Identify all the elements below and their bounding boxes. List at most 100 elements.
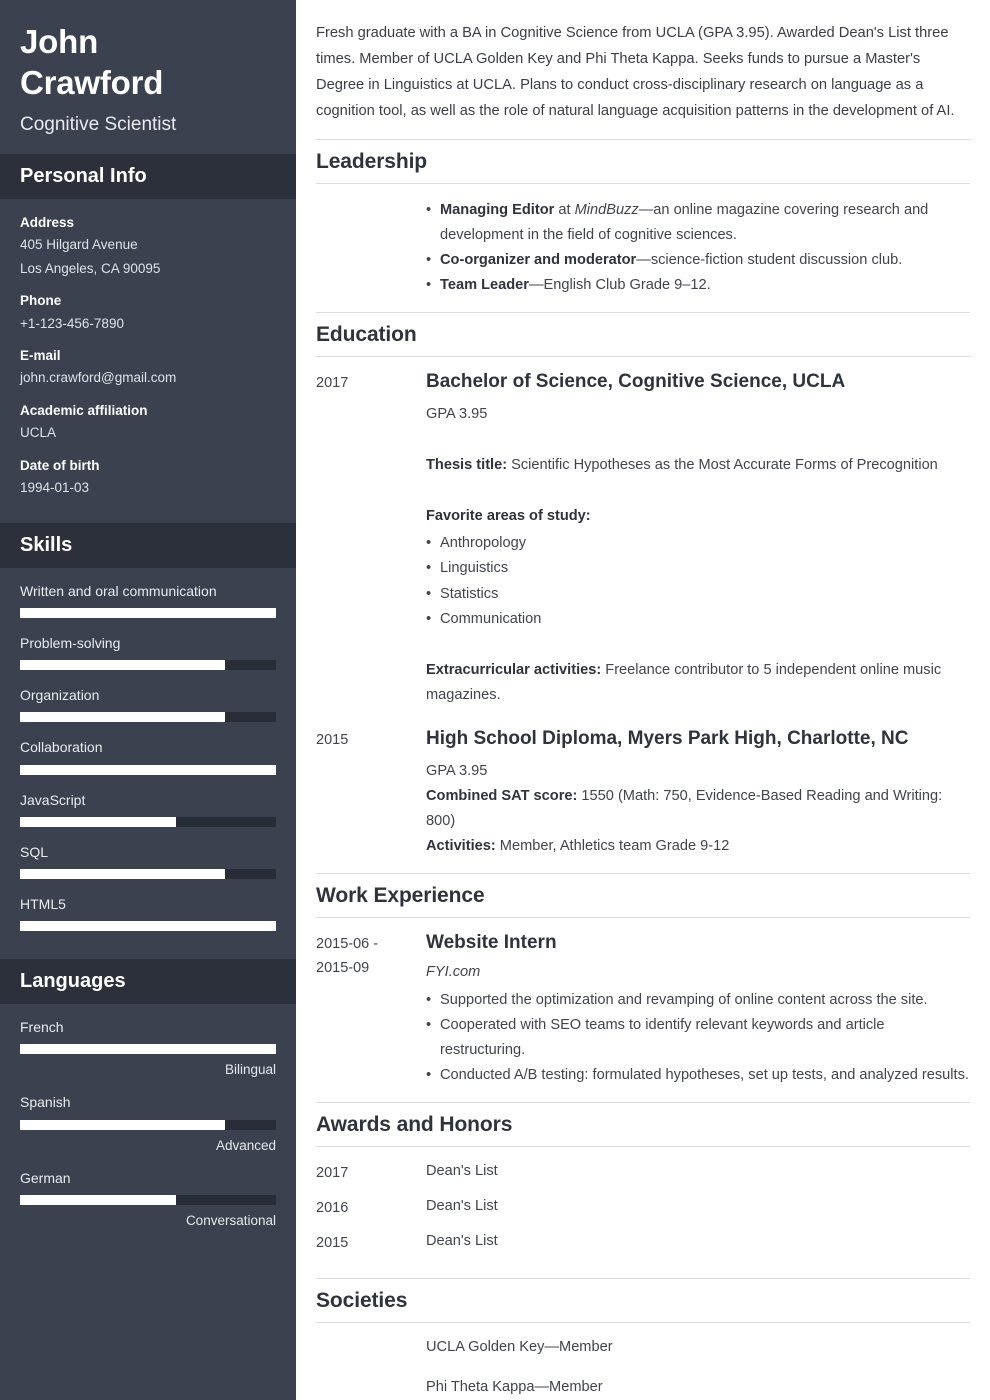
work-date-start: 2015-06 - — [316, 936, 379, 953]
resume-page: John Crawford Cognitive Scientist Person… — [0, 0, 990, 1400]
main-content: Fresh graduate with a BA in Cognitive Sc… — [296, 0, 990, 1400]
skill-bar-track — [20, 921, 276, 932]
education-year: 2015 — [316, 731, 349, 748]
education-entry: 2015 High School Diploma, Myers Park Hig… — [316, 726, 970, 859]
award-row: 2017 Dean's List — [316, 1159, 970, 1185]
leadership-role: Managing Editor — [440, 201, 555, 218]
leadership-desc: —science-fiction student discussion club… — [636, 251, 903, 268]
section-education: Education 2017 Bachelor of Science, Cogn… — [316, 312, 970, 873]
work-experience-heading: Work Experience — [316, 873, 970, 919]
skill-bar-fill — [20, 868, 225, 879]
education-areas-list: Anthropology Linguistics Statistics Comm… — [426, 531, 970, 631]
education-gpa: GPA 3.95 — [426, 762, 488, 779]
skill-bar-track — [20, 712, 276, 723]
candidate-job-title: Cognitive Scientist — [20, 113, 177, 135]
work-company: FYI.com — [426, 964, 481, 981]
work-duties-list: Supported the optimization and revamping… — [426, 988, 970, 1088]
award-name: Dean's List — [426, 1162, 498, 1179]
skill-bar-fill — [20, 712, 225, 723]
skill-label: Problem-solving — [20, 635, 121, 651]
list-item: Co-organizer and moderator—science-ficti… — [426, 248, 970, 273]
personal-info-label: Address — [20, 214, 75, 230]
societies-heading: Societies — [316, 1278, 970, 1324]
areas-label: Favorite areas of study: — [426, 508, 591, 525]
skills-body: Written and oral communication Problem-s… — [0, 568, 296, 959]
award-row: 2016 Dean's List — [316, 1194, 970, 1220]
leadership-list: Managing Editor at MindBuzz—an online ma… — [426, 198, 970, 298]
skills-heading: Skills — [20, 533, 73, 556]
personal-info-value: UCLA — [20, 425, 57, 441]
societies-body: UCLA Golden Key—Member Phi Theta Kappa—M… — [316, 1323, 970, 1400]
language-item: Spanish Advanced — [20, 1093, 276, 1153]
personal-info-item: Date of birth 1994-01-03 — [20, 456, 276, 500]
skill-bar-track — [20, 608, 276, 618]
education-body: 2017 Bachelor of Science, Cognitive Scie… — [316, 357, 970, 873]
section-leadership: Leadership Managing Editor at MindBuzz—a… — [316, 138, 970, 312]
list-item: Supported the optimization and revamping… — [426, 988, 970, 1013]
society-row: UCLA Golden Key—Member — [316, 1335, 970, 1360]
thesis-value: Scientific Hypotheses as the Most Accura… — [507, 457, 938, 474]
skill-item: Written and oral communication — [20, 582, 276, 618]
personal-info-item: Academic affiliation UCLA — [20, 401, 276, 445]
education-entry: 2017 Bachelor of Science, Cognitive Scie… — [316, 369, 970, 708]
award-year: 2017 — [316, 1164, 349, 1181]
language-bar-fill — [20, 1044, 276, 1055]
skill-bar-fill — [20, 608, 276, 618]
education-degree-title: High School Diploma, Myers Park High, Ch… — [426, 727, 909, 749]
language-label: Spanish — [20, 1094, 71, 1111]
awards-heading: Awards and Honors — [316, 1101, 970, 1147]
leadership-body: Managing Editor at MindBuzz—an online ma… — [316, 184, 970, 312]
skill-bar-fill — [20, 816, 177, 827]
section-header-languages: Languages — [0, 959, 296, 1005]
language-level: Advanced — [215, 1137, 276, 1153]
languages-body: French Bilingual Spanish Advanced German… — [0, 1004, 296, 1256]
skill-label: Organization — [20, 687, 100, 704]
work-job-title: Website Intern — [426, 932, 557, 954]
language-level: Bilingual — [224, 1062, 276, 1078]
society-year — [316, 1375, 426, 1378]
list-item: Anthropology — [426, 531, 970, 556]
professional-summary: Fresh graduate with a BA in Cognitive Sc… — [316, 25, 955, 120]
list-item: Cooperated with SEO teams to identify re… — [426, 1013, 970, 1063]
skill-label: HTML5 — [20, 895, 66, 912]
section-societies: Societies UCLA Golden Key—Member Phi The… — [316, 1278, 970, 1400]
list-item: Statistics — [426, 582, 970, 607]
work-experience-body: 2015-06 - 2015-09 Website Intern FYI.com… — [316, 918, 970, 1102]
candidate-name: John Crawford — [20, 23, 164, 101]
personal-info-value: Los Angeles, CA 90095 — [20, 260, 161, 276]
education-sat: Combined SAT score: 1550 (Math: 750, Evi… — [426, 784, 970, 834]
leadership-heading: Leadership — [316, 138, 970, 184]
activities-label: Activities: — [426, 838, 496, 855]
education-areas-label: Favorite areas of study: — [426, 504, 970, 529]
skill-bar-fill — [20, 921, 276, 932]
thesis-label: Thesis title: — [426, 457, 508, 474]
skill-item: Problem-solving — [20, 634, 276, 671]
personal-info-label: Date of birth — [20, 457, 100, 473]
leadership-desc: —English Club Grade 9–12. — [528, 276, 711, 293]
sat-label: Combined SAT score: — [426, 788, 578, 805]
language-item: French Bilingual — [20, 1018, 276, 1077]
society-year — [316, 1335, 426, 1338]
work-entry-content: Website Intern FYI.com Supported the opt… — [426, 930, 970, 1088]
society-name: UCLA Golden Key—Member — [426, 1339, 613, 1356]
list-item: Managing Editor at MindBuzz—an online ma… — [426, 198, 970, 248]
awards-body: 2017 Dean's List 2016 Dean's List 2015 D… — [316, 1147, 970, 1279]
language-label: French — [20, 1019, 64, 1036]
skill-label: Collaboration — [20, 739, 103, 756]
education-year: 2017 — [316, 375, 349, 391]
skill-label: Written and oral communication — [20, 582, 217, 599]
personal-info-label: Phone — [20, 293, 62, 309]
personal-info-value-email[interactable]: john.crawford@gmail.com — [20, 366, 276, 390]
skill-label: SQL — [20, 843, 49, 860]
education-entry-content: High School Diploma, Myers Park High, Ch… — [426, 726, 970, 859]
activities-value: Member, Athletics team Grade 9-12 — [495, 838, 730, 855]
skill-item: Collaboration — [20, 738, 276, 775]
personal-info-item: Address 405 Hilgard Avenue Los Angeles, … — [20, 213, 276, 281]
section-awards: Awards and Honors 2017 Dean's List 2016 … — [316, 1101, 970, 1279]
language-bar-track — [20, 1194, 276, 1205]
personal-info-label: E-mail — [20, 348, 61, 364]
skill-bar-track — [20, 764, 276, 775]
language-bar-fill — [20, 1119, 225, 1130]
personal-info-body: Address 405 Hilgard Avenue Los Angeles, … — [0, 199, 296, 523]
